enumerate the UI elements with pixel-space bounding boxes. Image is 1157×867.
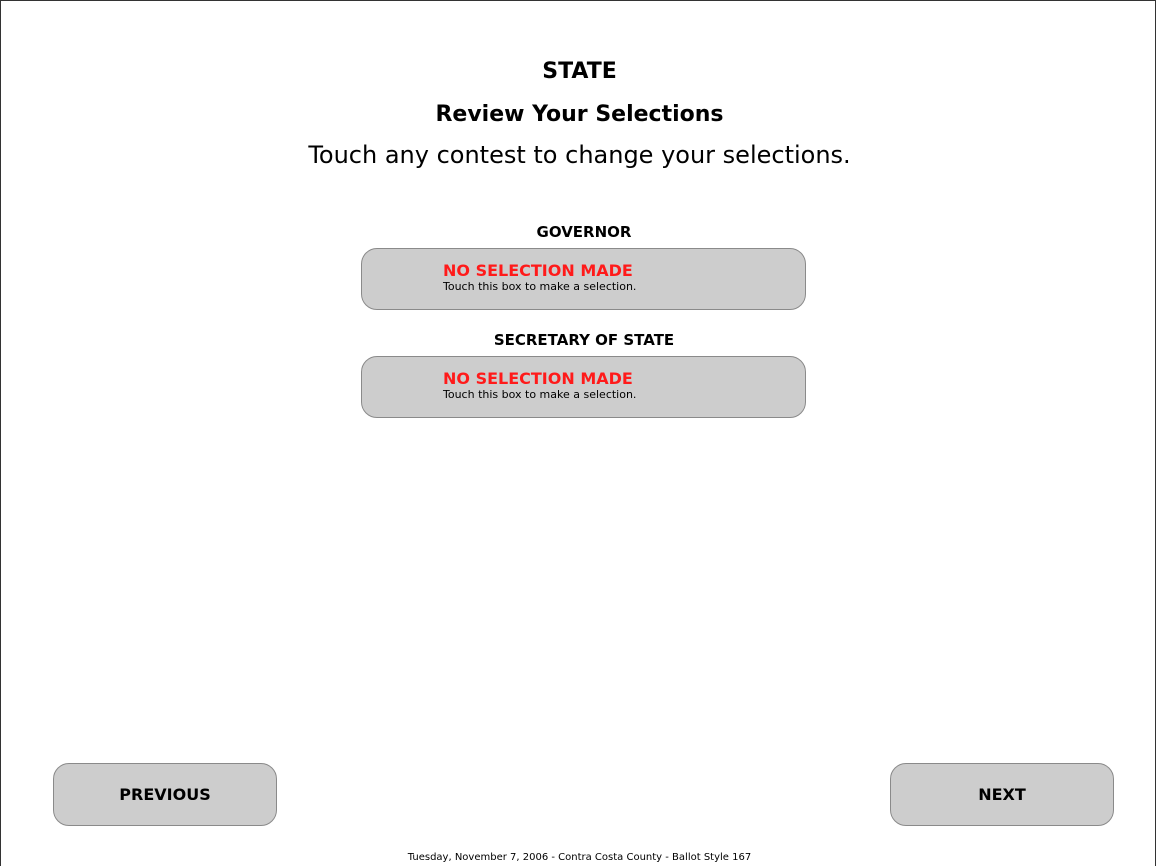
section-title: STATE: [542, 59, 617, 84]
selection-status: NO SELECTION MADE: [443, 369, 633, 388]
contest-title-secretary-of-state: SECRETARY OF STATE: [493, 331, 675, 349]
contest-box-secretary-of-state[interactable]: NO SELECTION MADE Touch this box to make…: [361, 356, 806, 418]
selection-hint: Touch this box to make a selection.: [443, 280, 637, 293]
instructions-text: Touch any contest to change your selecti…: [308, 141, 851, 169]
selection-hint: Touch this box to make a selection.: [443, 388, 637, 401]
ballot-footer: Tuesday, November 7, 2006 - Contra Costa…: [407, 852, 752, 863]
contest-title-governor: GOVERNOR: [536, 223, 632, 241]
page-title: Review Your Selections: [435, 102, 724, 127]
next-button[interactable]: NEXT: [890, 763, 1114, 826]
selection-status: NO SELECTION MADE: [443, 261, 633, 280]
contest-box-governor[interactable]: NO SELECTION MADE Touch this box to make…: [361, 248, 806, 310]
previous-button[interactable]: PREVIOUS: [53, 763, 277, 826]
ballot-screen: STATE Review Your Selections Touch any c…: [0, 0, 1156, 866]
